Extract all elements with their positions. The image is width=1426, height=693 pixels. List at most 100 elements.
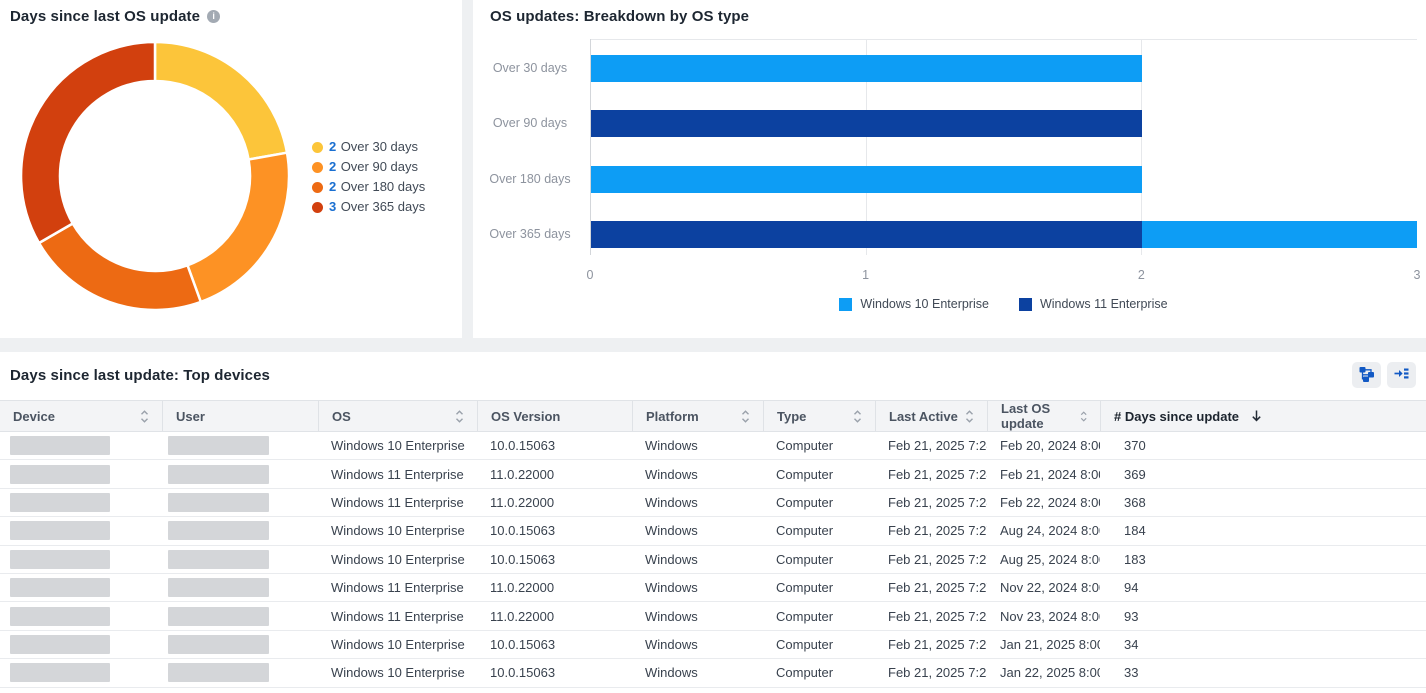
legend-text: 2 Over 180 days xyxy=(329,178,425,196)
cell-os: Windows 10 Enterprise xyxy=(318,432,477,459)
cell-last_active: Feb 21, 2025 7:27 PM xyxy=(875,517,987,544)
cell-os: Windows 11 Enterprise xyxy=(318,574,477,601)
table-actions xyxy=(1352,362,1416,388)
donut-legend-item[interactable]: 3 Over 365 days xyxy=(312,197,425,217)
cell-last_active: Feb 21, 2025 7:28 PM xyxy=(875,489,987,516)
cell-last_active: Feb 21, 2025 7:27 PM xyxy=(875,574,987,601)
cell-last_active: Feb 21, 2025 7:26 PM xyxy=(875,602,987,629)
donut-legend-item[interactable]: 2 Over 180 days xyxy=(312,177,425,197)
donut-segment-2[interactable] xyxy=(39,224,201,310)
bar-segment[interactable] xyxy=(591,110,1142,137)
column-header--days-since-update[interactable]: # Days since update xyxy=(1100,401,1426,431)
redacted-user-placeholder xyxy=(168,465,269,484)
bar-legend-item[interactable]: Windows 11 Enterprise xyxy=(1019,297,1168,311)
sort-icon xyxy=(140,409,149,424)
table-row[interactable]: Windows 10 Enterprise10.0.15063WindowsCo… xyxy=(0,546,1426,574)
legend-text: 2 Over 30 days xyxy=(329,138,418,156)
cell-type: Computer xyxy=(763,546,875,573)
cell-type: Computer xyxy=(763,631,875,658)
cell-type: Computer xyxy=(763,460,875,487)
bar-segment[interactable] xyxy=(591,55,1142,82)
cell-platform: Windows xyxy=(632,546,763,573)
x-tick-label: 1 xyxy=(862,268,869,282)
table-row[interactable]: Windows 11 Enterprise11.0.22000WindowsCo… xyxy=(0,489,1426,517)
cell-os_version: 10.0.15063 xyxy=(477,432,632,459)
table-row[interactable]: Windows 11 Enterprise11.0.22000WindowsCo… xyxy=(0,602,1426,630)
cell-days: 34 xyxy=(1100,631,1426,658)
category-label: Over 90 days xyxy=(480,116,580,130)
drill-to-list-button[interactable] xyxy=(1387,362,1416,388)
donut-legend-item[interactable]: 2 Over 90 days xyxy=(312,157,425,177)
bar-legend-item[interactable]: Windows 10 Enterprise xyxy=(839,297,989,311)
sort-icon xyxy=(455,409,464,424)
bar-segment[interactable] xyxy=(591,166,1142,193)
category-label: Over 365 days xyxy=(480,227,580,241)
legend-swatch xyxy=(312,162,323,173)
column-header-type[interactable]: Type xyxy=(763,401,875,431)
cell-last_active: Feb 21, 2025 7:28 PM xyxy=(875,460,987,487)
cell-platform: Windows xyxy=(632,631,763,658)
column-header-user[interactable]: User xyxy=(162,401,318,431)
cell-os_version: 11.0.22000 xyxy=(477,460,632,487)
cell-os_version: 10.0.15063 xyxy=(477,546,632,573)
cell-type: Computer xyxy=(763,517,875,544)
table-row[interactable]: Windows 11 Enterprise11.0.22000WindowsCo… xyxy=(0,574,1426,602)
table-header: Device User OS OS Version Platform Type La… xyxy=(0,400,1426,432)
table-title: Days since last update: Top devices xyxy=(10,367,270,384)
cell-platform: Windows xyxy=(632,517,763,544)
column-header-last-os-update[interactable]: Last OS update xyxy=(987,401,1100,431)
table-row[interactable]: Windows 11 Enterprise11.0.22000WindowsCo… xyxy=(0,460,1426,488)
table-row[interactable]: Windows 10 Enterprise10.0.15063WindowsCo… xyxy=(0,432,1426,460)
category-label: Over 30 days xyxy=(480,61,580,75)
table-row[interactable]: Windows 10 Enterprise10.0.15063WindowsCo… xyxy=(0,659,1426,687)
column-header-last-active[interactable]: Last Active xyxy=(875,401,987,431)
bar-legend: Windows 10 Enterprise Windows 11 Enterpri… xyxy=(590,297,1417,311)
column-header-device[interactable]: Device xyxy=(0,401,162,431)
cell-os_version: 10.0.15063 xyxy=(477,659,632,686)
column-header-platform[interactable]: Platform xyxy=(632,401,763,431)
bar-segment[interactable] xyxy=(1142,221,1418,248)
column-header-os-version[interactable]: OS Version xyxy=(477,401,632,431)
redacted-device-placeholder xyxy=(10,607,110,626)
category-label: Over 180 days xyxy=(480,172,580,186)
cell-last_os_update: Jan 22, 2025 8:00 AM xyxy=(987,659,1100,686)
drill-to-list-icon xyxy=(1393,365,1410,385)
cell-days: 93 xyxy=(1100,602,1426,629)
redacted-device-placeholder xyxy=(10,521,110,540)
redacted-user-placeholder xyxy=(168,578,269,597)
column-label: Platform xyxy=(646,409,699,424)
column-label: Device xyxy=(13,409,55,424)
cell-last_os_update: Feb 21, 2024 8:00 AM xyxy=(987,460,1100,487)
column-header-os[interactable]: OS xyxy=(318,401,477,431)
sort-icon xyxy=(853,409,862,424)
donut-segment-3[interactable] xyxy=(21,42,155,243)
os-breakdown-bar-card: OS updates: Breakdown by OS type 0123Ove… xyxy=(473,0,1426,338)
cell-type: Computer xyxy=(763,432,875,459)
cell-type: Computer xyxy=(763,659,875,686)
hierarchy-view-button[interactable] xyxy=(1352,362,1381,388)
column-label: OS xyxy=(332,409,351,424)
table-row[interactable]: Windows 10 Enterprise10.0.15063WindowsCo… xyxy=(0,631,1426,659)
donut-segment-0[interactable] xyxy=(155,42,287,160)
table-row[interactable]: Windows 10 Enterprise10.0.15063WindowsCo… xyxy=(0,517,1426,545)
donut-segment-1[interactable] xyxy=(188,153,290,302)
legend-text: 3 Over 365 days xyxy=(329,198,425,216)
redacted-device-placeholder xyxy=(10,550,110,569)
redacted-device-placeholder xyxy=(10,436,110,455)
x-tick-label: 0 xyxy=(587,268,594,282)
column-label: OS Version xyxy=(491,409,560,424)
donut-legend-item[interactable]: 2 Over 30 days xyxy=(312,137,425,157)
column-label: Last Active xyxy=(889,409,958,424)
cell-days: 33 xyxy=(1100,659,1426,686)
cell-days: 368 xyxy=(1100,489,1426,516)
cell-last_os_update: Jan 21, 2025 8:00 AM xyxy=(987,631,1100,658)
legend-label: Windows 10 Enterprise xyxy=(860,297,989,311)
redacted-user-placeholder xyxy=(168,493,269,512)
cell-last_os_update: Feb 20, 2024 8:00 AM xyxy=(987,432,1100,459)
days-since-update-donut-card: Days since last OS update i 2 Over 30 da… xyxy=(0,0,462,338)
bar-segment[interactable] xyxy=(591,221,1142,248)
cell-os_version: 10.0.15063 xyxy=(477,631,632,658)
cell-os_version: 11.0.22000 xyxy=(477,489,632,516)
cell-os: Windows 10 Enterprise xyxy=(318,517,477,544)
sort-icon xyxy=(965,409,974,424)
